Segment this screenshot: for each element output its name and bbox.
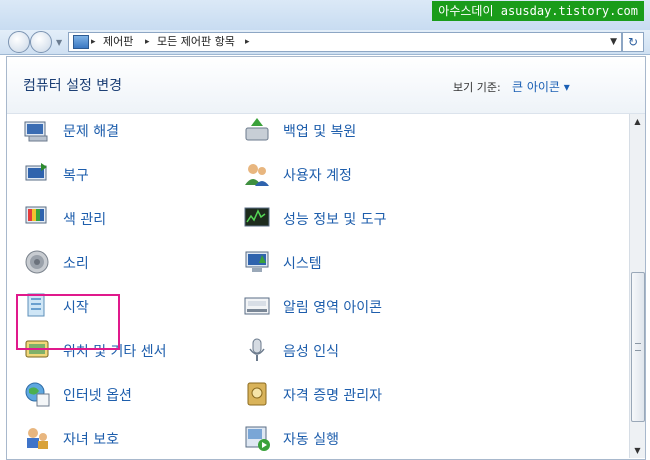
vertical-scrollbar[interactable]: ▲ ▼ (629, 114, 645, 458)
item-label: 소리 (63, 256, 89, 272)
credential-manager-icon (247, 382, 267, 406)
autoplay-icon (245, 426, 270, 451)
scroll-down-icon[interactable]: ▼ (630, 443, 645, 458)
item-label: 알림 영역 아이콘 (283, 300, 383, 316)
sound-icon (25, 250, 49, 274)
address-bar: ▼ ▸ 제어판 ▸ 모든 제어판 항목 ▸ ▼ ↻ (0, 30, 650, 55)
control-panel-icon (73, 35, 89, 49)
notification-area-icon (244, 297, 270, 315)
item-label: 복구 (63, 168, 89, 184)
scroll-thumb[interactable] (631, 272, 645, 422)
navigation-buttons: ▼ (8, 30, 62, 54)
troubleshoot-icon (24, 121, 48, 142)
color-management-icon (25, 206, 47, 224)
item-recovery[interactable]: 복구 (23, 158, 223, 192)
item-performance[interactable]: 성능 정보 및 도구 (243, 202, 493, 236)
view-by-label: 보기 기준: (453, 81, 501, 94)
item-parental-controls[interactable]: 자녀 보호 (23, 422, 223, 456)
chevron-down-icon[interactable]: ▼ (610, 33, 617, 51)
item-troubleshooting[interactable]: 문제 해결 (23, 114, 223, 148)
user-accounts-icon (245, 164, 269, 186)
internet-options-icon (25, 382, 50, 407)
breadcrumb-control-panel[interactable]: 제어판 (103, 33, 133, 51)
item-label: 성능 정보 및 도구 (283, 212, 387, 228)
item-label: 인터넷 옵션 (63, 388, 132, 404)
item-label: 백업 및 복원 (283, 124, 357, 140)
chevron-right-icon[interactable]: ▸ (91, 33, 96, 51)
page-title: 컴퓨터 설정 변경 (23, 78, 123, 94)
refresh-button[interactable]: ↻ (622, 32, 644, 52)
item-backup-restore[interactable]: 백업 및 복원 (243, 114, 493, 148)
item-label: 색 관리 (63, 212, 107, 228)
grip-icon (635, 343, 641, 351)
item-system[interactable]: 시스템 (243, 246, 493, 280)
recent-pages-icon[interactable]: ▼ (56, 38, 62, 47)
system-icon (245, 251, 269, 272)
back-button[interactable] (8, 31, 30, 53)
breadcrumb-all-items[interactable]: 모든 제어판 항목 (157, 33, 235, 51)
forward-button[interactable] (30, 31, 52, 53)
control-panel-content: 컴퓨터 설정 변경 보기 기준: 큰 아이콘 ▾ 문제 해결 복구 색 관리 소… (6, 56, 646, 460)
item-speech-recognition[interactable]: 음성 인식 (243, 334, 493, 368)
item-user-accounts[interactable]: 사용자 계정 (243, 158, 493, 192)
item-label: 시스템 (283, 256, 322, 272)
performance-icon (244, 207, 270, 227)
item-label: 음성 인식 (283, 344, 339, 360)
scroll-up-icon[interactable]: ▲ (630, 114, 645, 129)
speech-recognition-icon (249, 338, 265, 361)
item-label: 자녀 보호 (63, 432, 119, 448)
item-sound[interactable]: 소리 (23, 246, 223, 280)
watermark: 아수스데이 asusday.tistory.com (432, 1, 644, 21)
item-autoplay[interactable]: 자동 실행 (243, 422, 493, 456)
item-color-management[interactable]: 색 관리 (23, 202, 223, 236)
window-title-bar: 아수스데이 asusday.tistory.com (0, 0, 650, 31)
highlight-box (16, 294, 120, 350)
item-notification-area-icons[interactable]: 알림 영역 아이콘 (243, 290, 493, 324)
chevron-right-icon[interactable]: ▸ (145, 33, 150, 51)
items-grid: 문제 해결 복구 색 관리 소리 시작 위치 및 기타 센서 인터넷 옵션 자녀… (7, 114, 629, 458)
item-label: 사용자 계정 (283, 168, 352, 184)
chevron-right-icon[interactable]: ▸ (245, 33, 250, 51)
item-credential-manager[interactable]: 자격 증명 관리자 (243, 378, 493, 412)
item-label: 문제 해결 (63, 124, 119, 140)
item-internet-options[interactable]: 인터넷 옵션 (23, 378, 223, 412)
recovery-icon (25, 163, 47, 181)
address-field[interactable]: ▸ 제어판 ▸ 모든 제어판 항목 ▸ ▼ (68, 32, 622, 52)
view-by-dropdown[interactable]: 큰 아이콘 ▾ (512, 78, 570, 95)
parental-controls-icon (27, 428, 48, 449)
content-header: 컴퓨터 설정 변경 보기 기준: 큰 아이콘 ▾ (7, 57, 645, 114)
backup-restore-icon (245, 118, 269, 141)
item-label: 자격 증명 관리자 (283, 388, 383, 404)
item-label: 자동 실행 (283, 432, 339, 448)
